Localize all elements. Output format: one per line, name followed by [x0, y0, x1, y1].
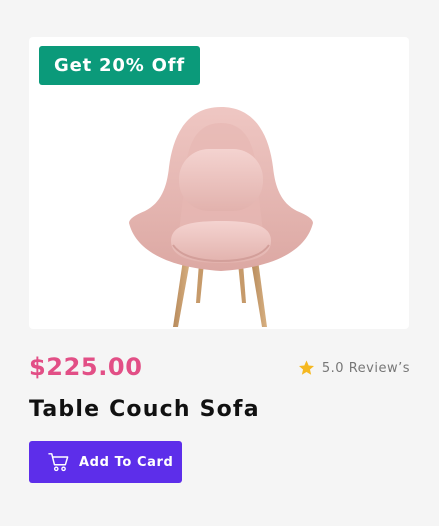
product-rating: 5.0 Review’s: [297, 359, 410, 377]
product-image-card[interactable]: Get 20% Off: [29, 37, 409, 329]
rating-text: 5.0 Review’s: [321, 360, 410, 376]
product-price: $225.00: [29, 353, 143, 381]
add-to-cart-label: Add To Card: [79, 454, 174, 470]
product-name: Table Couch Sofa: [29, 397, 260, 422]
armchair-image: [129, 107, 313, 327]
star-icon: [298, 360, 314, 375]
cart-icon: [48, 453, 69, 472]
add-to-cart-button[interactable]: Add To Card: [29, 441, 182, 483]
discount-badge: Get 20% Off: [39, 46, 200, 85]
